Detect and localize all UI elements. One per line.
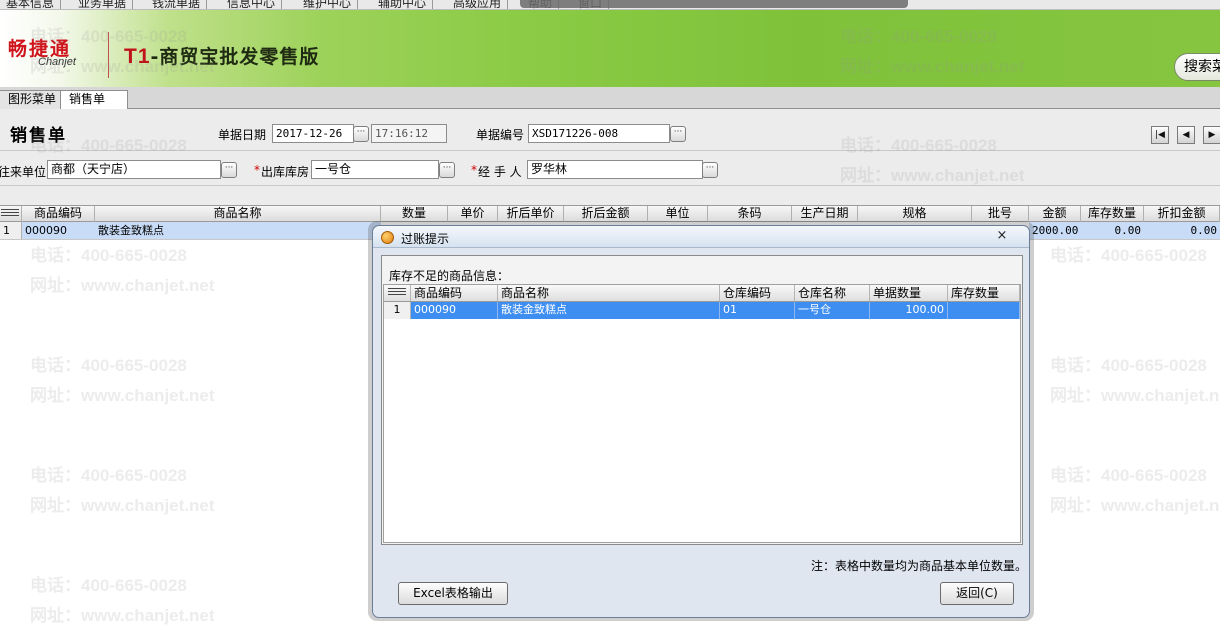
dlg-cell-code[interactable]: 000090	[411, 302, 498, 319]
insufficient-stock-grid[interactable]: 商品编码 商品名称 仓库编码 仓库名称 单据数量 库存数量 1 000090 散…	[383, 284, 1021, 543]
dlg-cell-wh-name[interactable]: 一号仓	[795, 302, 870, 319]
menu-item-advanced[interactable]: 高级应用	[447, 0, 509, 9]
cell-name[interactable]: 散装金致糕点	[95, 222, 381, 239]
customer-label: 往来单位	[0, 165, 47, 179]
col-header-disc-amount[interactable]: 折后金额	[564, 206, 648, 222]
handler-picker-button[interactable]: ···	[702, 162, 718, 178]
dlg-col-header-stock-qty[interactable]: 库存数量	[948, 285, 1020, 301]
form-separator	[0, 150, 1220, 151]
back-button[interactable]: 返回(C)	[940, 582, 1014, 605]
date-label: 单据日期	[218, 128, 267, 142]
col-header-price[interactable]: 单价	[448, 206, 498, 222]
dlg-col-header-doc-qty[interactable]: 单据数量	[870, 285, 948, 301]
dlg-cell-doc-qty[interactable]: 100.00	[870, 302, 948, 319]
menu-item-maintenance[interactable]: 维护中心	[297, 0, 359, 9]
app-icon	[381, 231, 394, 244]
cell-stock-qty[interactable]: 0.00	[1081, 222, 1144, 239]
handler-field[interactable]: 罗华林	[527, 160, 703, 179]
menu-item-business-docs[interactable]: 业务单据	[72, 0, 134, 9]
date-picker-button[interactable]: ···	[353, 126, 369, 142]
floating-toolbar-overlay	[520, 0, 908, 8]
col-header-code[interactable]: 商品编码	[22, 206, 95, 222]
warehouse-picker-button[interactable]: ···	[439, 162, 455, 178]
dialog-title: 过账提示	[401, 232, 450, 246]
doc-number-picker-button[interactable]: ···	[670, 126, 686, 142]
dlg-col-header-wh-code[interactable]: 仓库编码	[720, 285, 795, 301]
close-icon[interactable]: ×	[993, 228, 1011, 244]
dlg-col-header-wh-name[interactable]: 仓库名称	[795, 285, 870, 301]
dialog-grid-menu-icon[interactable]	[384, 285, 411, 301]
dlg-cell-wh-code[interactable]: 01	[720, 302, 795, 319]
col-header-batch[interactable]: 批号	[972, 206, 1029, 222]
col-header-name[interactable]: 商品名称	[95, 206, 381, 222]
col-header-amount[interactable]: 金额	[1029, 206, 1081, 222]
dlg-col-header-name[interactable]: 商品名称	[498, 285, 720, 301]
col-header-spec[interactable]: 规格	[858, 206, 972, 222]
col-header-stock-qty[interactable]: 库存数量	[1081, 206, 1144, 222]
col-header-disc-price[interactable]: 折后单价	[498, 206, 564, 222]
dialog-panel-label: 库存不足的商品信息：	[389, 269, 510, 283]
tab-sales-order[interactable]: 销售单	[60, 90, 128, 110]
customer-picker-button[interactable]: ···	[221, 162, 237, 178]
dialog-note: 注：表格中数量均为商品基本单位数量。	[811, 559, 1028, 573]
product-title-text: -商贸宝批发零售版	[150, 46, 320, 68]
app-banner: 畅捷通 Chanjet T1-商贸宝批发零售版 搜索菜	[0, 10, 1220, 87]
tab-graphic-menu[interactable]: 图形菜单	[0, 90, 66, 109]
prev-record-button[interactable]: ◀	[1177, 126, 1195, 144]
menu-item-info-center[interactable]: 信息中心	[221, 0, 283, 9]
posting-alert-dialog: 过账提示 × 库存不足的商品信息： 商品编码 商品名称 仓库编码 仓库名称 单据…	[372, 225, 1030, 618]
product-title: T1-商贸宝批发零售版	[124, 42, 319, 69]
menu-item-basic-info[interactable]: 基本信息	[0, 0, 62, 9]
doc-number-field[interactable]: XSD171226-008	[528, 124, 670, 143]
warehouse-required-mark: *	[254, 163, 260, 177]
brand-divider	[108, 32, 109, 78]
col-header-prod-date[interactable]: 生产日期	[792, 206, 858, 222]
next-record-button[interactable]: ▶	[1203, 126, 1220, 144]
excel-export-button[interactable]: Excel表格输出	[398, 582, 508, 605]
tab-strip: 图形菜单 销售单	[0, 87, 1220, 110]
handler-required-mark: *	[471, 163, 477, 177]
grid-menu-icon[interactable]	[0, 206, 22, 222]
form-separator-2	[0, 185, 1220, 186]
cell-amount[interactable]: 2000.00	[1029, 222, 1081, 239]
first-record-button[interactable]: |◀	[1151, 126, 1169, 144]
form-header: 销售单 单据日期 2017-12-26 ··· 17:16:12 单据编号 XS…	[0, 109, 1220, 205]
menu-item-assist[interactable]: 辅助中心	[372, 0, 434, 9]
dlg-cell-name[interactable]: 散装金致糕点	[498, 302, 720, 319]
page-title: 销售单	[10, 126, 67, 146]
row-number: 1	[0, 222, 22, 239]
doc-number-label: 单据编号	[476, 128, 525, 142]
dlg-row-number: 1	[384, 302, 411, 319]
date-field[interactable]: 2017-12-26	[272, 124, 354, 143]
table-row[interactable]: 1 000090 散装金致糕点 01 一号仓 100.00	[384, 302, 1020, 319]
dialog-grid-header: 商品编码 商品名称 仓库编码 仓库名称 单据数量 库存数量	[384, 285, 1020, 302]
cell-discount-amount[interactable]: 0.00	[1144, 222, 1220, 239]
dlg-col-header-code[interactable]: 商品编码	[411, 285, 498, 301]
menu-item-cash-docs[interactable]: 钱流单据	[146, 0, 208, 9]
warehouse-label: 出库库房	[261, 165, 310, 179]
product-title-t1: T1	[124, 45, 151, 68]
col-header-barcode[interactable]: 条码	[708, 206, 792, 222]
customer-field[interactable]: 商都（天宁店）	[47, 160, 221, 179]
menu-bar: 基本信息 业务单据 钱流单据 信息中心 维护中心 辅助中心 高级应用 帮助 窗口	[0, 0, 1220, 10]
search-menu-button[interactable]: 搜索菜	[1174, 53, 1220, 81]
warehouse-field[interactable]: 一号仓	[311, 160, 439, 179]
col-header-qty[interactable]: 数量	[381, 206, 448, 222]
grid-header: 商品编码 商品名称 数量 单价 折后单价 折后金额 单位 条码 生产日期 规格 …	[0, 205, 1220, 222]
brand-logo-subtext: Chanjet	[38, 56, 76, 68]
handler-label: 经 手 人	[478, 165, 522, 179]
dialog-titlebar[interactable]: 过账提示 ×	[373, 226, 1029, 248]
dlg-cell-stock-qty[interactable]	[948, 302, 1020, 319]
col-header-discount-amount[interactable]: 折扣金额	[1144, 206, 1220, 222]
col-header-unit[interactable]: 单位	[648, 206, 708, 222]
time-field[interactable]: 17:16:12	[371, 124, 447, 143]
cell-code[interactable]: 000090	[22, 222, 95, 239]
